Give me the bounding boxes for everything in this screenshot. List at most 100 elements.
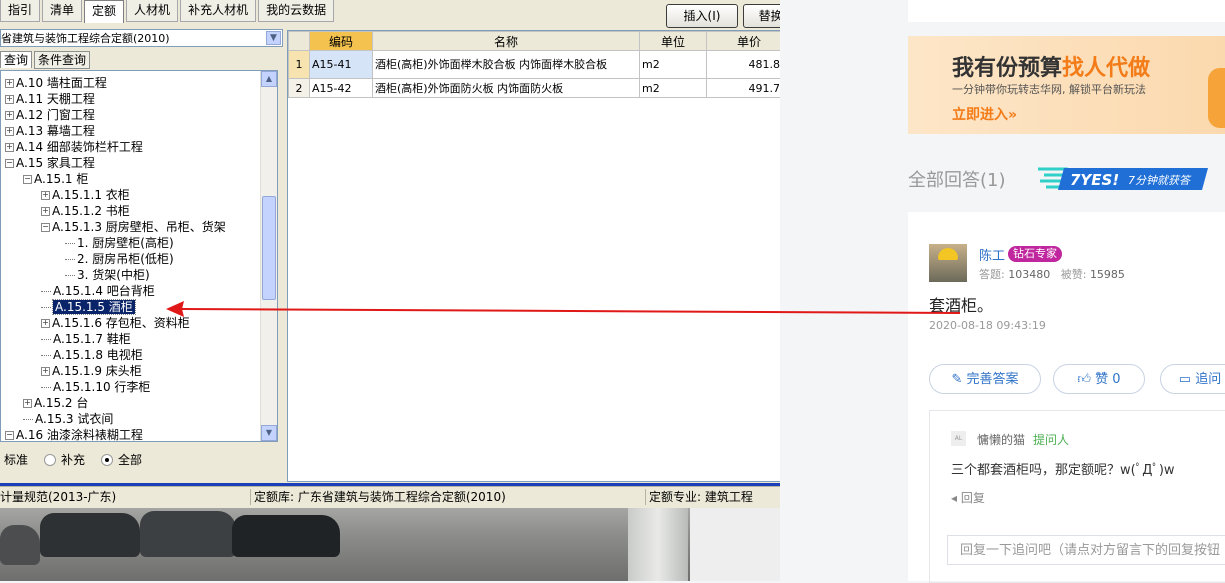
expand-icon[interactable]: + (5, 79, 14, 88)
tree-connector (41, 307, 51, 308)
reply-text: 三个都套酒柜吗，那定额呢？w(ﾟДﾟ)w (951, 463, 1175, 478)
insert-button[interactable]: 插入(I) (666, 4, 738, 28)
expand-icon[interactable]: + (41, 191, 50, 200)
tab-condition-query[interactable]: 条件查询 (34, 51, 91, 69)
qa-web-panel: 我有份预算找人代做 一分钟带你玩转志华网, 解锁平台新玩法 立即进入» 全部回答… (780, 0, 1225, 583)
tree-item-label: A.15.3 试衣间 (35, 412, 114, 426)
reply-arrow-icon: ◂ (951, 491, 958, 505)
tree-item[interactable]: + A.10 墙柱面工程 (5, 75, 107, 91)
tree-item[interactable]: − A.15.1.3 厨房壁柜、吊柜、货架 (41, 219, 226, 235)
tab-bill[interactable]: 清单 (42, 0, 83, 22)
tree-item[interactable]: + A.15.1.9 床头柜 (41, 363, 142, 379)
col-code[interactable]: 编码 (309, 31, 373, 51)
tree-item[interactable]: − A.15 家具工程 (5, 155, 95, 171)
tree-item-label: A.15.1.3 厨房壁柜、吊柜、货架 (52, 220, 226, 234)
collapse-icon[interactable]: − (23, 175, 32, 184)
tree-item[interactable]: A.15.1.5 酒柜 (41, 299, 136, 315)
expand-icon[interactable]: + (41, 319, 50, 328)
tree-scrollbar[interactable]: ▲ ▼ (260, 71, 277, 441)
tree-item[interactable]: + A.15.1.6 存包柜、资料柜 (41, 315, 190, 331)
avatar[interactable] (929, 244, 967, 282)
tree-item-label: A.15.1 柜 (34, 172, 89, 186)
row-name: 酒柜(高柜)外饰面防火板 内饰面防火板 (372, 78, 640, 98)
tree-item[interactable]: + A.13 幕墙工程 (5, 123, 95, 139)
collapse-icon[interactable]: − (5, 159, 14, 168)
quota-library-select[interactable]: 省建筑与装饰工程综合定额(2010) ▼ (0, 29, 283, 47)
tree-item[interactable]: + A.11 天棚工程 (5, 91, 95, 107)
tree-item-label: A.15.1.6 存包柜、资料柜 (52, 316, 190, 330)
tree-item[interactable]: A.15.1.8 电视柜 (41, 347, 143, 363)
banner-cta[interactable]: 立即进入» (952, 104, 1017, 124)
tree-item[interactable]: A.15.1.7 鞋柜 (41, 331, 131, 347)
tree-item[interactable]: 3. 货架(中柜) (65, 267, 150, 283)
top-card (908, 0, 1225, 22)
tree-item[interactable]: 1. 厨房壁柜(高柜) (65, 235, 174, 251)
tab-query[interactable]: 查询 (0, 51, 33, 68)
row-price: 481.89 (706, 50, 792, 79)
tree-item-label: A.15.1.9 床头柜 (52, 364, 142, 378)
tree-item[interactable]: − A.16 油漆涂料裱糊工程 (5, 427, 143, 442)
tree-item[interactable]: A.15.3 试衣间 (23, 411, 113, 427)
quota-chapter-tree: − A.16 油漆涂料裱糊工程 A.15.3 试衣间 + A.15.2 台 A.15.1.… (0, 70, 278, 442)
reply-link[interactable]: ◂ 回复 (951, 489, 985, 506)
reply-input[interactable]: 回复一下追问吧（请点对方留言下的回复按钮 (947, 535, 1225, 565)
col-price[interactable]: 单价 (706, 31, 792, 51)
promo-banner[interactable]: 我有份预算找人代做 一分钟带你玩转志华网, 解锁平台新玩法 立即进入» (908, 36, 1225, 134)
tab-labor-material[interactable]: 人材机 (126, 0, 179, 22)
table-row[interactable]: 1 A15-41 酒柜(高柜)外饰面榉木胶合板 内饰面榉木胶合板 m2 481.… (288, 50, 792, 79)
tree-item[interactable]: + A.15.1.1 衣柜 (41, 187, 130, 203)
col-name[interactable]: 名称 (372, 31, 640, 51)
tree-item[interactable]: A.15.1.10 行李柜 (41, 379, 150, 395)
row-unit: m2 (639, 50, 707, 79)
scroll-down-icon[interactable]: ▼ (261, 425, 277, 441)
main-tabs: 指引 清单 定额 人材机 补充人材机 我的云数据 (0, 0, 370, 24)
reply-avatar: AL (951, 431, 966, 446)
tree-item[interactable]: A.15.1.4 吧台背柜 (41, 283, 155, 299)
tree-item[interactable]: + A.14 细部装饰栏杆工程 (5, 139, 143, 155)
status-specialty: 定额专业: 建筑工程 (649, 490, 753, 504)
reply-username[interactable]: 慵懒的猫 (977, 431, 1025, 448)
scroll-up-icon[interactable]: ▲ (261, 71, 277, 87)
banner-title: 我有份预算找人代做 (952, 56, 1151, 81)
radio-all-label: 全部 (118, 453, 143, 467)
tree-item[interactable]: + A.12 门窗工程 (5, 107, 95, 123)
tree-item[interactable]: + A.15.2 台 (23, 395, 88, 411)
expand-icon[interactable]: + (41, 207, 50, 216)
radio-all[interactable] (101, 453, 114, 466)
tree-item[interactable]: 2. 厨房吊柜(低柜) (65, 251, 174, 267)
radio-supplement[interactable] (44, 453, 57, 466)
chevron-down-icon[interactable]: ▼ (266, 31, 281, 45)
badge-big-text: 7YES! (1070, 171, 1119, 189)
tab-supplement-material[interactable]: 补充人材机 (180, 0, 257, 22)
search-subtabs: 查询 条件查询 (0, 51, 92, 69)
edit-icon: ✎ (951, 372, 963, 387)
row-number: 2 (288, 78, 310, 98)
collapse-icon[interactable]: − (41, 223, 50, 232)
expand-icon[interactable]: + (5, 111, 14, 120)
row-unit: m2 (639, 78, 707, 98)
scroll-thumb[interactable] (262, 196, 276, 300)
expand-icon[interactable]: + (5, 127, 14, 136)
answer-username[interactable]: 陈工 (979, 245, 1005, 264)
tab-quota[interactable]: 定额 (84, 0, 125, 23)
tree-item[interactable]: + A.15.1.2 书柜 (41, 203, 130, 219)
expand-icon[interactable]: + (41, 367, 50, 376)
tree-connector (41, 291, 51, 292)
expand-icon[interactable]: + (5, 143, 14, 152)
tree-item-label: 1. 厨房壁柜(高柜) (77, 236, 174, 250)
expert-badge: 钻石专家 (1008, 246, 1062, 262)
follow-up-button[interactable]: ▭ 追问 (1160, 364, 1225, 394)
table-row[interactable]: 2 A15-42 酒柜(高柜)外饰面防火板 内饰面防火板 m2 491.72 (288, 78, 792, 98)
banner-mascot-icon (1208, 68, 1225, 128)
tab-cloud-data[interactable]: 我的云数据 (258, 0, 335, 22)
tree-item-label: A.16 油漆涂料裱糊工程 (16, 428, 143, 442)
expand-icon[interactable]: + (23, 399, 32, 408)
tree-item[interactable]: − A.15.1 柜 (23, 171, 88, 187)
col-unit[interactable]: 单位 (639, 31, 707, 51)
like-button[interactable]: 👍︎ 赞 0 (1053, 364, 1145, 394)
answer-card: 陈工 钻石专家 答题: 103480 被赞: 15985 套酒柜。 2020-0… (908, 212, 1225, 583)
improve-answer-button[interactable]: ✎ 完善答案 (929, 364, 1041, 394)
collapse-icon[interactable]: − (5, 431, 14, 440)
expand-icon[interactable]: + (5, 95, 14, 104)
tab-guide[interactable]: 指引 (0, 0, 41, 22)
